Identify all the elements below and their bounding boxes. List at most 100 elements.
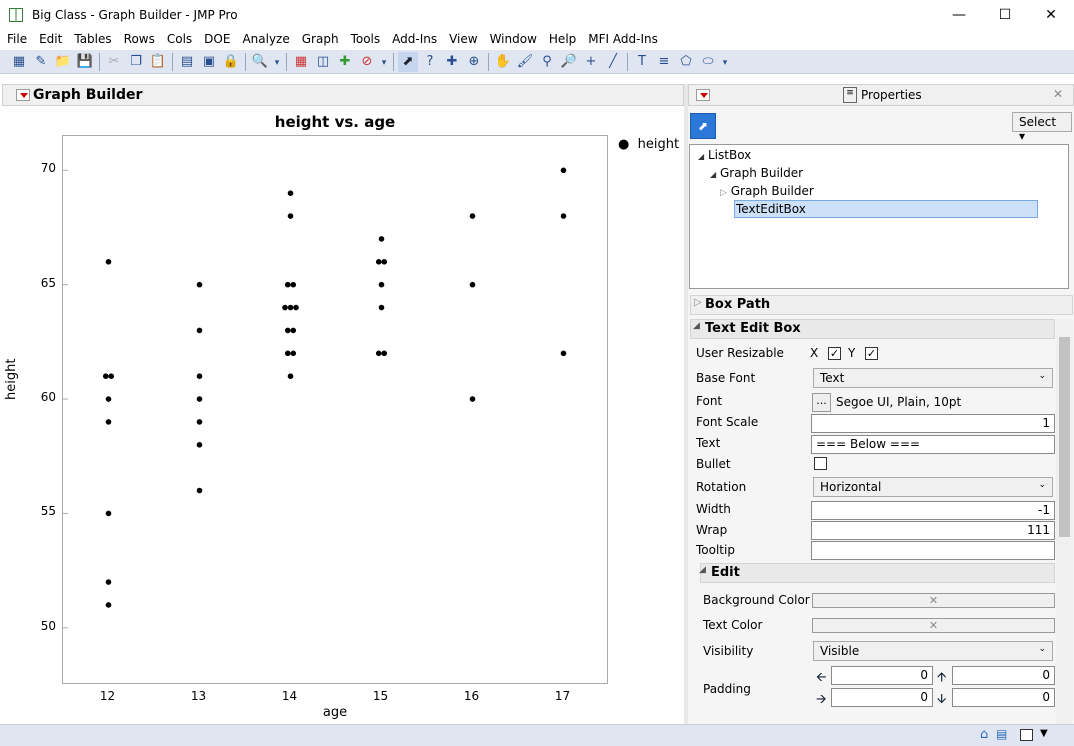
data-point[interactable]: [196, 281, 203, 288]
columns-icon[interactable]: ◫: [313, 52, 333, 72]
data-point[interactable]: [290, 350, 297, 357]
wrap-input[interactable]: 111: [811, 521, 1055, 540]
window-list-icon[interactable]: ▤: [996, 727, 1007, 741]
data-point[interactable]: [287, 213, 294, 219]
data-point[interactable]: [287, 190, 294, 196]
new-script-icon[interactable]: ✎: [31, 52, 51, 72]
padding-bottom-input[interactable]: 0: [952, 688, 1055, 707]
data-point[interactable]: [196, 487, 203, 494]
add-table-icon[interactable]: ✚: [335, 52, 355, 72]
data-point[interactable]: [560, 167, 567, 174]
hand-tool-icon[interactable]: ✋: [493, 52, 513, 72]
data-point[interactable]: [105, 579, 112, 585]
properties-close-icon[interactable]: ✕: [1053, 87, 1063, 101]
tree-item-graph-builder[interactable]: ◢ Graph Builder: [710, 166, 803, 180]
plot-area[interactable]: [62, 135, 608, 684]
font-scale-input[interactable]: 1: [811, 414, 1055, 433]
data-point[interactable]: [290, 281, 297, 288]
text-annotate-icon[interactable]: T: [632, 52, 652, 72]
menu-analyze[interactable]: Analyze: [235, 30, 294, 46]
data-point[interactable]: [375, 259, 382, 265]
rotation-select[interactable]: Horizontal ⌄: [813, 477, 1053, 497]
menu-doe[interactable]: DOE: [197, 30, 235, 46]
no-icon[interactable]: ⊘: [357, 52, 377, 72]
data-point[interactable]: [105, 259, 112, 265]
menu-help[interactable]: Help: [542, 30, 581, 46]
text-input[interactable]: === Below ===: [811, 435, 1055, 454]
menu-cols[interactable]: Cols: [160, 30, 197, 46]
background-color-swatch[interactable]: ✕: [812, 593, 1055, 608]
menu-add-ins[interactable]: Add-Ins: [385, 30, 442, 46]
data-point[interactable]: [282, 304, 288, 311]
window-icon[interactable]: [1020, 729, 1033, 741]
pointer-button[interactable]: ⬈: [690, 113, 716, 139]
menu-view[interactable]: View: [442, 30, 482, 46]
select-button[interactable]: Select ▾: [1012, 112, 1072, 143]
data-point[interactable]: [290, 327, 297, 334]
data-point[interactable]: [560, 350, 567, 357]
data-point[interactable]: [284, 327, 291, 334]
data-point[interactable]: [381, 350, 388, 357]
crosshair-tool-icon[interactable]: ⊕: [464, 52, 484, 72]
menu-mfi-add-ins[interactable]: MFI Add-Ins: [581, 30, 663, 46]
lock-icon[interactable]: 🔒: [221, 52, 241, 72]
x-resizable-checkbox[interactable]: ✓: [828, 347, 841, 360]
data-point[interactable]: [469, 281, 476, 288]
menu-file[interactable]: File: [0, 30, 32, 46]
tooltip-input[interactable]: [811, 541, 1055, 560]
data-point[interactable]: [293, 304, 299, 311]
line-tool-icon[interactable]: ╱: [603, 52, 623, 72]
data-point[interactable]: [284, 281, 291, 288]
data-point[interactable]: [196, 396, 203, 402]
visibility-select[interactable]: Visible ⌄: [813, 641, 1053, 661]
font-button[interactable]: ...: [812, 393, 831, 412]
edit-section[interactable]: ◢ Edit: [699, 563, 1055, 583]
box-path-section[interactable]: ▷ Box Path: [690, 295, 1073, 315]
menu-rows[interactable]: Rows: [117, 30, 160, 46]
red-triangle-menu-icon[interactable]: [16, 89, 30, 101]
padding-right-input[interactable]: 0: [831, 688, 933, 707]
data-point[interactable]: [196, 327, 203, 334]
tree-item-texteditbox[interactable]: TextEditBox: [734, 200, 1038, 218]
polygon-annotate-icon[interactable]: ⬠: [676, 52, 696, 72]
tree-item-graph-builder-child[interactable]: ▷ Graph Builder: [720, 184, 814, 198]
minimize-button[interactable]: —: [936, 0, 982, 30]
save-icon[interactable]: 💾: [75, 52, 95, 72]
toolbar-overflow-icon-3[interactable]: ▾: [720, 53, 730, 73]
padding-left-input[interactable]: 0: [831, 666, 933, 685]
data-point[interactable]: [108, 373, 115, 379]
journal-icon[interactable]: ▤: [177, 52, 197, 72]
text-color-swatch[interactable]: ✕: [812, 618, 1055, 633]
menu-tools[interactable]: Tools: [344, 30, 386, 46]
status-dropdown-icon[interactable]: ▼: [1040, 728, 1048, 739]
data-point[interactable]: [375, 350, 382, 357]
menu-edit[interactable]: Edit: [32, 30, 67, 46]
copy-icon[interactable]: ❐: [126, 52, 146, 72]
data-point[interactable]: [287, 373, 294, 379]
maximize-button[interactable]: ☐: [982, 0, 1028, 30]
data-point[interactable]: [196, 442, 203, 448]
padding-top-input[interactable]: 0: [952, 666, 1055, 685]
data-point[interactable]: [469, 396, 476, 402]
width-input[interactable]: -1: [811, 501, 1055, 520]
cut-icon[interactable]: ✂: [104, 52, 124, 72]
help-tool-icon[interactable]: ?: [420, 52, 440, 72]
magnifier-tool-icon[interactable]: 🔎: [559, 52, 579, 72]
layout-icon[interactable]: ▣: [199, 52, 219, 72]
tree-item-listbox[interactable]: ◢ ListBox: [698, 148, 751, 162]
data-point[interactable]: [196, 419, 203, 425]
oval-annotate-icon[interactable]: ⬭: [698, 52, 718, 72]
y-resizable-checkbox[interactable]: ✓: [865, 347, 878, 360]
crosshairs-icon[interactable]: +: [581, 52, 601, 72]
menu-graph[interactable]: Graph: [295, 30, 344, 46]
new-data-table-icon[interactable]: ▦: [9, 52, 29, 72]
data-point[interactable]: [105, 419, 112, 425]
data-point[interactable]: [469, 213, 476, 219]
data-point[interactable]: [102, 373, 109, 379]
properties-scrollbar[interactable]: [1056, 319, 1073, 724]
line-annotate-icon[interactable]: ≡: [654, 52, 674, 72]
data-point[interactable]: [105, 602, 112, 608]
base-font-select[interactable]: Text ⌄: [813, 368, 1053, 388]
lasso-tool-icon[interactable]: ⚲: [537, 52, 557, 72]
data-point[interactable]: [287, 304, 294, 311]
